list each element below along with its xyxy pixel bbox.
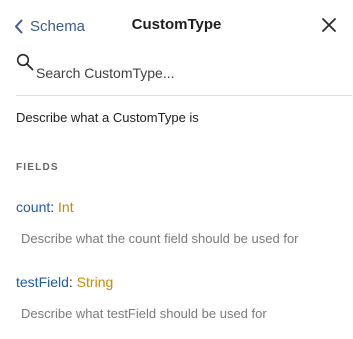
fields-section-title: FIELDS [16,162,59,173]
field-count: count: Int [16,199,74,215]
search-icon [16,53,34,71]
close-icon [322,18,336,32]
field-type-link[interactable]: String [77,274,114,290]
field-separator: : [50,199,59,215]
page-title: CustomType [131,16,222,33]
field-type-link[interactable]: Int [58,199,74,215]
divider [16,95,352,96]
field-name-link[interactable]: testField [16,274,69,290]
type-description: Describe what a CustomType is [16,110,199,125]
close-button[interactable] [321,17,337,33]
field-description: Describe what the count field should be … [21,231,299,246]
field-description: Describe what testField should be used f… [21,306,267,321]
search-bar [0,50,353,96]
field-testfield: testField: String [16,274,113,290]
field-separator: : [68,274,77,290]
field-name-link[interactable]: count [16,199,50,215]
doc-explorer-header: Schema CustomType [0,0,353,50]
search-input[interactable] [36,63,336,83]
